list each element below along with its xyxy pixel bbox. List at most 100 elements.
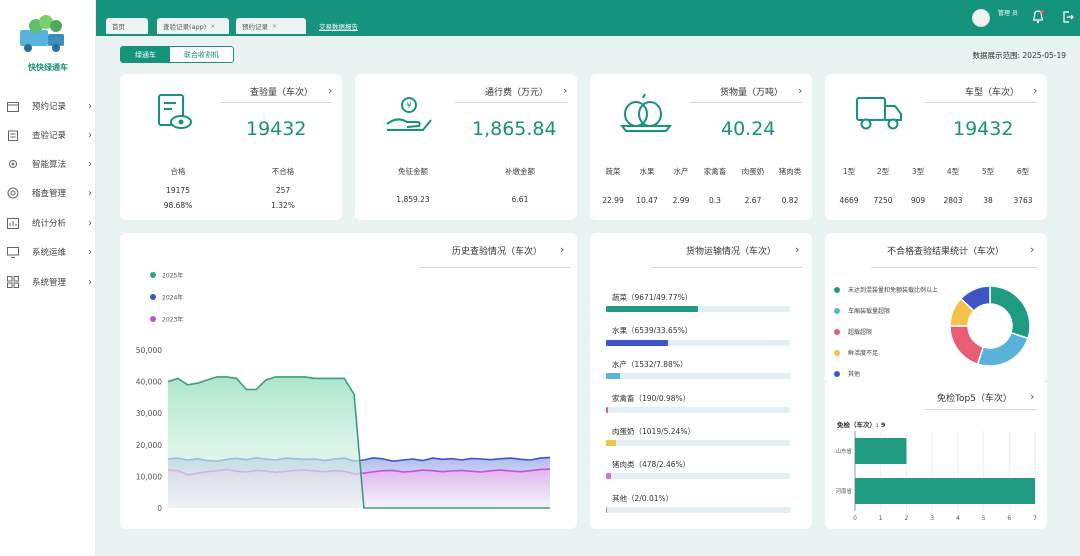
history-chart: 50,000 40,000 30,000 20,000 10,000 0 2025年 2024… bbox=[136, 272, 551, 513]
tab-home[interactable]: 首页 bbox=[106, 18, 148, 34]
stat-value: 7250 bbox=[873, 196, 893, 205]
x-tick-label: 2 bbox=[905, 515, 909, 522]
sidebar: 快快绿通车 预约记录 › 查验记录 › 智能算法 › 稽查管理 › 统计分析 › 系统运维… bbox=[0, 0, 96, 556]
stat-label: 蔬菜 bbox=[605, 167, 621, 176]
stat-value: 257 bbox=[275, 186, 291, 195]
transport-label: 其他（2/0.01%） bbox=[612, 494, 674, 503]
grid-icon bbox=[6, 276, 20, 288]
stat-value: 3763 bbox=[1013, 196, 1033, 205]
stat-label: 4型 bbox=[946, 167, 960, 176]
stat-value: 0.82 bbox=[781, 196, 799, 205]
card-title: 货物运输情况（车次） bbox=[686, 247, 777, 257]
sidebar-item-reservation[interactable]: 预约记录 › bbox=[6, 96, 92, 116]
stat-label: 补缴金额 bbox=[505, 167, 535, 176]
top5-chart: 0 1 2 3 4 5 6 7 山东省河南省 bbox=[835, 431, 1037, 522]
stat-percent: 1.32% bbox=[271, 201, 295, 210]
gear-icon bbox=[6, 158, 20, 170]
close-icon[interactable]: × bbox=[210, 23, 215, 30]
close-icon[interactable]: × bbox=[272, 23, 277, 30]
clipboard-icon bbox=[6, 129, 20, 141]
card-title: 不合格查验结果统计（车次） bbox=[887, 247, 1005, 257]
stat-label: 免征金额 bbox=[398, 167, 428, 176]
x-tick-label: 0 bbox=[853, 515, 857, 522]
sidebar-item-system[interactable]: 系统管理 › bbox=[6, 272, 92, 292]
stat-value: 19175 bbox=[166, 186, 190, 195]
chevron-right-icon[interactable]: › bbox=[798, 84, 802, 97]
avatar[interactable] bbox=[972, 9, 990, 27]
card-title: 通行费（万元） bbox=[485, 88, 549, 98]
stat-value: 909 bbox=[910, 196, 926, 205]
tab-reservation[interactable]: 预约记录 × bbox=[236, 18, 306, 34]
toggle-harvester[interactable]: 联合收割机 bbox=[170, 47, 233, 62]
stat-value: 0.3 bbox=[709, 196, 721, 205]
toggle-green-channel[interactable]: 绿通车 bbox=[121, 47, 170, 62]
sidebar-item-inspection[interactable]: 查验记录 › bbox=[6, 125, 92, 145]
shield-icon bbox=[6, 187, 20, 199]
legend-label: 2023年 bbox=[162, 316, 183, 324]
stat-value: 22.99 bbox=[602, 196, 624, 205]
legend-item: 未达到混装量和免额装载比例以上 bbox=[834, 279, 982, 300]
chevron-right-icon[interactable]: › bbox=[795, 243, 799, 256]
legend-dot bbox=[834, 286, 840, 293]
app-name: 快快绿通车 bbox=[28, 63, 68, 72]
top5-card: 免检Top5（车次） › 免检（车次）: 9 0 1 2 3 4 5 6 7 山东省 河南省 bbox=[825, 383, 1047, 529]
transport-label: 蔬菜（9671/49.77%） bbox=[612, 293, 693, 302]
x-tick-label: 4 bbox=[956, 515, 960, 522]
progress-fill bbox=[606, 440, 616, 446]
stat-label: 不合格 bbox=[271, 167, 295, 176]
progress-bar bbox=[606, 507, 790, 513]
vehicle-type-toggle: 绿通车 联合收割机 bbox=[120, 46, 234, 63]
x-tick-label: 7 bbox=[1033, 515, 1037, 522]
tab-report[interactable]: 交易数据报告 bbox=[313, 18, 373, 34]
card-title: 查验量（车次） bbox=[250, 88, 314, 98]
stat-value: 38 bbox=[983, 196, 993, 205]
sidebar-item-ops[interactable]: 系统运维 › bbox=[6, 242, 92, 262]
vehicle-card[interactable]: 车型（车次） › 19432 1型 2型 3型 4型 5型 6型 4669 72… bbox=[825, 74, 1047, 220]
chevron-right-icon[interactable]: › bbox=[563, 84, 567, 97]
chevron-right-icon[interactable]: › bbox=[1030, 243, 1034, 256]
username[interactable]: 管理 员 bbox=[998, 10, 1020, 18]
divider bbox=[871, 267, 1037, 268]
cargo-card[interactable]: 货物量（万吨） › 40.24 蔬菜 水果 水产 家禽畜 肉蛋奶 猪肉类 22.… bbox=[590, 74, 812, 220]
transport-label: 水果（6539/33.65%） bbox=[612, 326, 693, 335]
stat-label: 6型 bbox=[1016, 167, 1030, 176]
bell-icon[interactable] bbox=[1032, 10, 1044, 24]
stat-label: 5型 bbox=[981, 167, 995, 176]
stat-value: 2.99 bbox=[672, 196, 690, 205]
sidebar-item-audit[interactable]: 稽查管理 › bbox=[6, 183, 92, 203]
tab-inspection-app[interactable]: 查验记录(app) × bbox=[157, 18, 229, 34]
hand-coin-icon: ¥ bbox=[386, 97, 432, 131]
chevron-right-icon: › bbox=[88, 217, 92, 229]
y-tick-label: 50,000 bbox=[136, 346, 162, 355]
sidebar-item-algorithm[interactable]: 智能算法 › bbox=[6, 154, 92, 174]
divider bbox=[652, 267, 802, 268]
toll-card[interactable]: ¥ 通行费（万元） › 1,865.84 免征金额 补缴金额 1,859.23 … bbox=[355, 74, 577, 220]
sidebar-item-statistics[interactable]: 统计分析 › bbox=[6, 213, 92, 233]
legend-dot bbox=[150, 316, 156, 322]
category-label: 河南省 bbox=[835, 487, 852, 495]
stat-label: 3型 bbox=[911, 167, 925, 176]
stat-label: 家禽畜 bbox=[703, 167, 727, 176]
transport-label: 肉蛋奶（1019/5.24%） bbox=[612, 427, 695, 436]
legend-dot bbox=[834, 370, 840, 377]
chevron-right-icon[interactable]: › bbox=[328, 84, 332, 97]
card-value: 40.24 bbox=[721, 118, 776, 140]
transport-label: 水产（1532/7.88%） bbox=[612, 360, 688, 369]
y-tick-label: 30,000 bbox=[136, 409, 162, 418]
donut-slice bbox=[976, 331, 1029, 367]
chevron-right-icon[interactable]: › bbox=[1033, 84, 1037, 97]
y-tick-label: 0 bbox=[157, 504, 162, 513]
inspection-card[interactable]: 查验量（车次） › 19432 合格 不合格 19175 257 98.68% … bbox=[120, 74, 342, 220]
y-tick-label: 40,000 bbox=[136, 378, 162, 387]
progress-fill bbox=[606, 373, 621, 379]
stat-label: 2型 bbox=[876, 167, 890, 176]
logout-icon[interactable] bbox=[1062, 10, 1074, 24]
app-logo bbox=[20, 15, 64, 52]
progress-bar bbox=[606, 306, 790, 312]
stat-label: 水果 bbox=[639, 167, 655, 176]
progress-bar bbox=[606, 340, 790, 346]
divider bbox=[925, 102, 1037, 103]
y-tick-label: 10,000 bbox=[136, 472, 162, 481]
svg-text:¥: ¥ bbox=[406, 101, 411, 110]
y-tick-label: 20,000 bbox=[136, 441, 162, 450]
